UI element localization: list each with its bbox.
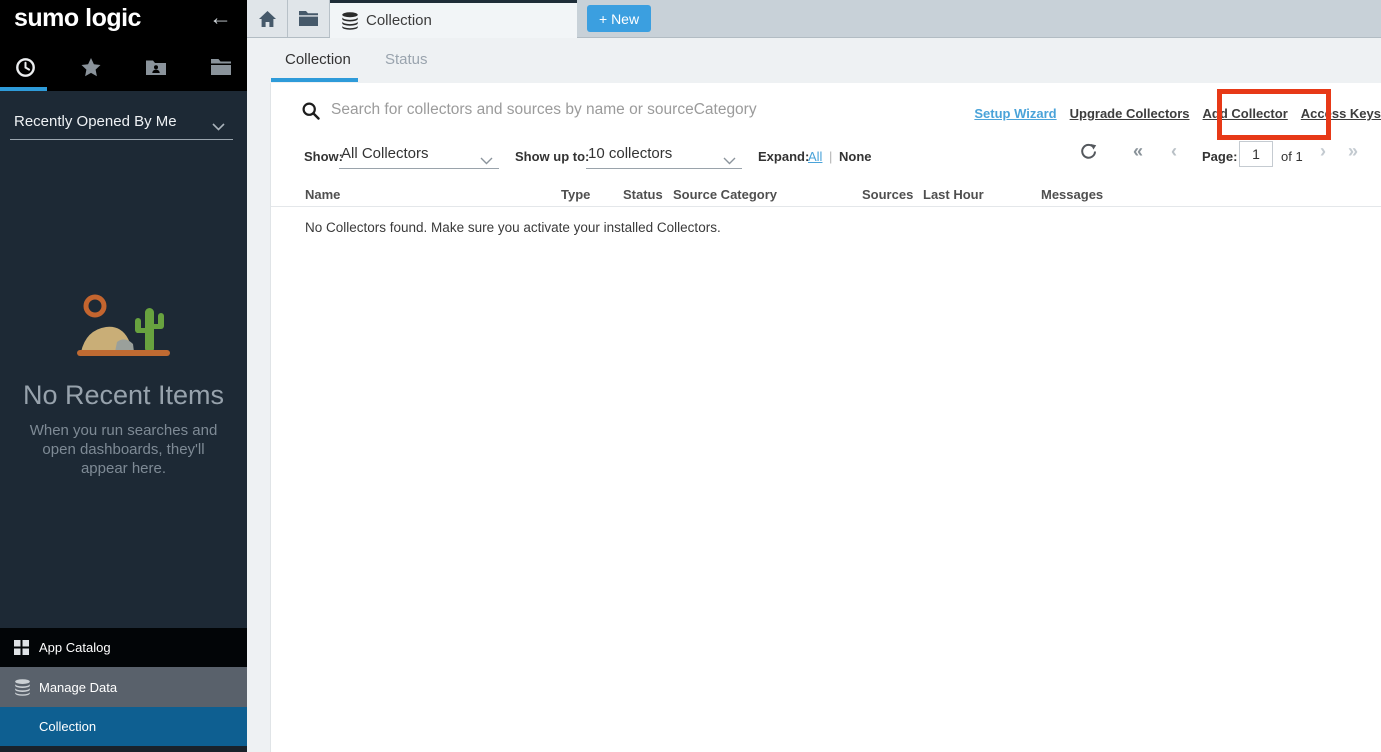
page-label: Page: (1202, 149, 1237, 164)
expand-label: Expand: (758, 149, 809, 164)
desert-illustration (73, 290, 173, 367)
library-folder-icon[interactable] (211, 57, 232, 78)
expand-separator: | (829, 149, 832, 164)
recent-filter-dropdown[interactable]: Recently Opened By Me (10, 104, 233, 140)
column-header-last-hour: Last Hour (923, 187, 984, 202)
database-icon (14, 679, 32, 696)
collector-links: Setup Wizard Upgrade Collectors Add Coll… (974, 106, 1381, 121)
chevron-down-icon (212, 118, 225, 135)
app-root: sumo logic ← Recently Opened By Me (0, 0, 1381, 752)
tab-collection[interactable]: Collection (330, 0, 577, 38)
subtab-collection[interactable]: Collection (285, 51, 351, 68)
favorites-star-icon[interactable] (80, 57, 101, 78)
grid-icon (14, 640, 32, 655)
pagination-next-icon[interactable]: › (1320, 141, 1326, 162)
sidebar-bottom-strip (0, 746, 247, 752)
recent-filter-label: Recently Opened By Me (14, 113, 177, 130)
main-content: Collection + New Collection Status Setup… (247, 0, 1381, 752)
search-icon (302, 102, 320, 125)
show-up-to-label: Show up to: (515, 149, 589, 164)
sidebar-item-collection[interactable]: Collection (0, 707, 247, 746)
upgrade-collectors-link[interactable]: Upgrade Collectors (1070, 106, 1190, 121)
sidebar-item-label: Collection (39, 719, 96, 734)
tab-title: Collection (366, 12, 432, 29)
pagination-prev-icon[interactable]: ‹ (1171, 141, 1177, 162)
subtab-active-underline (271, 78, 358, 82)
page-number-input[interactable] (1239, 141, 1273, 167)
access-keys-link[interactable]: Access Keys (1301, 106, 1381, 121)
library-tab-button[interactable] (288, 0, 330, 37)
recents-clock-icon[interactable] (15, 57, 36, 78)
top-tab-bar: Collection + New (247, 0, 1381, 38)
show-dropdown[interactable]: All Collectors (339, 141, 499, 169)
sidebar-item-label: App Catalog (39, 640, 111, 655)
column-header-source-category: Source Category (673, 187, 777, 202)
chevron-down-icon (723, 152, 736, 170)
no-recent-items-title: No Recent Items (0, 380, 247, 411)
sidebar-item-manage-data[interactable]: Manage Data (0, 667, 247, 707)
show-up-to-dropdown[interactable]: 10 collectors (586, 141, 742, 169)
empty-table-message: No Collectors found. Make sure you activ… (305, 220, 721, 235)
active-tab-indicator (0, 87, 47, 91)
page-of-label: of 1 (1281, 149, 1303, 164)
add-collector-link[interactable]: Add Collector (1203, 106, 1288, 121)
expand-none-link[interactable]: None (839, 149, 872, 164)
sidebar-item-app-catalog[interactable]: App Catalog (0, 628, 247, 667)
sidebar: sumo logic ← Recently Opened By Me (0, 0, 247, 752)
sidebar-icon-tabs (0, 52, 247, 82)
folder-icon (299, 11, 318, 26)
setup-wizard-link[interactable]: Setup Wizard (974, 106, 1056, 121)
chevron-down-icon (480, 152, 493, 170)
sidebar-item-label: Manage Data (39, 680, 117, 695)
collectors-panel: Setup Wizard Upgrade Collectors Add Coll… (270, 83, 1381, 752)
expand-all-link[interactable]: All (808, 149, 822, 164)
home-icon (259, 11, 276, 27)
show-up-to-dropdown-value: 10 collectors (588, 145, 672, 162)
pagination-last-icon[interactable]: » (1348, 141, 1358, 162)
new-button[interactable]: + New (587, 5, 651, 32)
column-header-messages: Messages (1041, 187, 1103, 202)
no-recent-items-caption: When you run searches and open dashboard… (18, 421, 229, 478)
sidebar-header: sumo logic ← (0, 0, 247, 91)
shared-content-icon[interactable] (146, 57, 167, 78)
show-label: Show: (304, 149, 343, 164)
collapse-sidebar-icon[interactable]: ← (209, 4, 232, 31)
show-dropdown-value: All Collectors (341, 145, 429, 162)
column-header-type: Type (561, 187, 590, 202)
column-header-sources: Sources (862, 187, 913, 202)
home-button[interactable] (247, 0, 288, 37)
column-header-status: Status (623, 187, 663, 202)
sidebar-nav: App Catalog Manage Data Collection (0, 628, 247, 746)
column-header-name: Name (305, 187, 340, 202)
refresh-icon[interactable] (1080, 143, 1097, 165)
search-input[interactable] (331, 97, 991, 123)
subtab-status[interactable]: Status (385, 51, 428, 68)
sumo-logic-logo: sumo logic (14, 4, 141, 33)
database-icon (341, 12, 359, 30)
pagination-first-icon[interactable]: « (1133, 141, 1143, 162)
sun-icon (86, 297, 104, 315)
collectors-table-header: Name Type Status Source Category Sources… (271, 179, 1381, 207)
subtab-bar: Collection Status (247, 38, 1381, 83)
